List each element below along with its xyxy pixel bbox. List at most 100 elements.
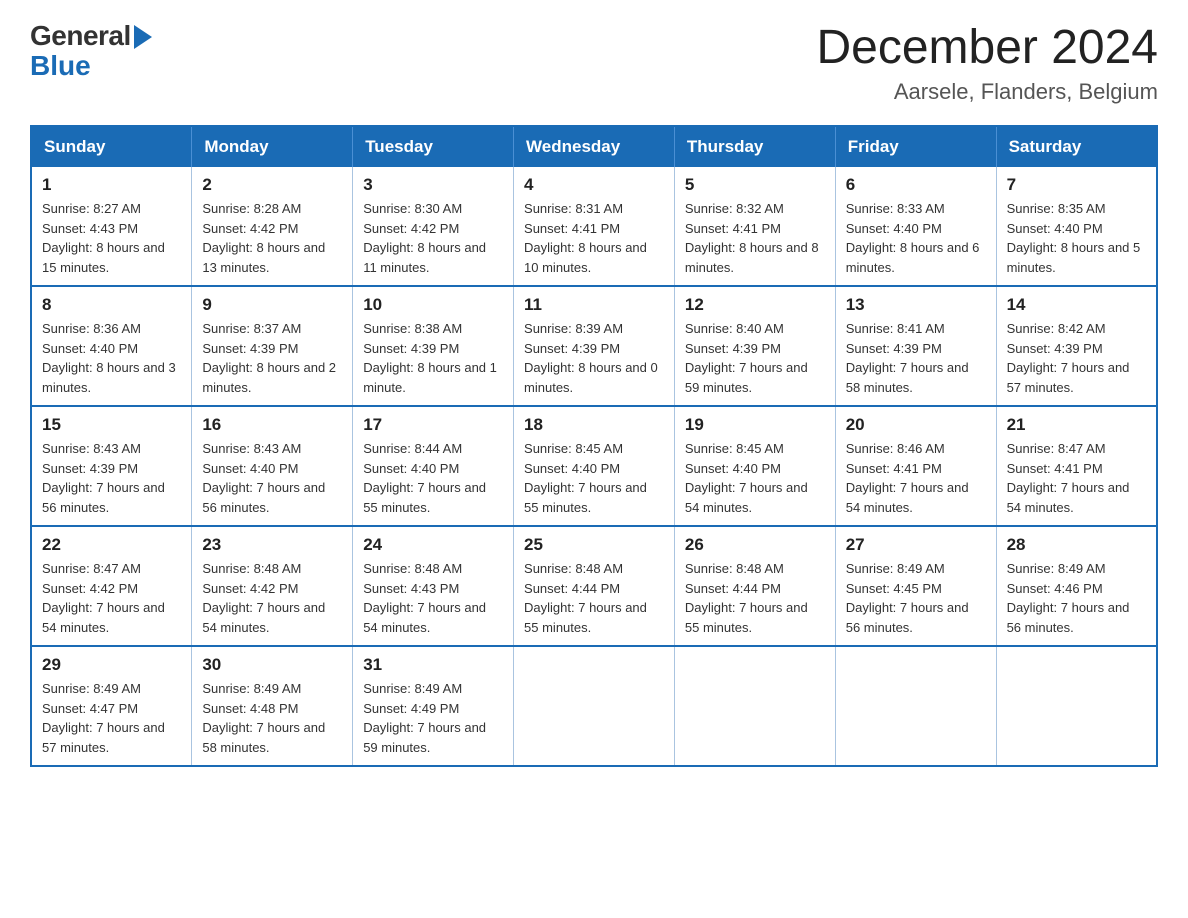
logo-general-text: General (30, 20, 131, 52)
weekday-header-monday: Monday (192, 126, 353, 167)
calendar-cell: 15Sunrise: 8:43 AMSunset: 4:39 PMDayligh… (31, 406, 192, 526)
calendar-cell: 20 Sunrise: 8:46 AMSunset: 4:41 PMDayligh… (835, 406, 996, 526)
day-info: Sunrise: 8:31 AMSunset: 4:41 PMDaylight:… (524, 199, 664, 277)
day-info: Sunrise: 8:49 AMSunset: 4:46 PMDaylight:… (1007, 559, 1146, 637)
day-info: Sunrise: 8:45 AMSunset: 4:40 PMDaylight:… (685, 439, 825, 517)
calendar-cell: 1 Sunrise: 8:27 AMSunset: 4:43 PMDaylight… (31, 167, 192, 286)
calendar-cell: 30 Sunrise: 8:49 AMSunset: 4:48 PMDayligh… (192, 646, 353, 766)
calendar-week-row: 8 Sunrise: 8:36 AMSunset: 4:40 PMDaylight… (31, 286, 1157, 406)
day-number: 16 (202, 415, 342, 435)
day-info: Sunrise: 8:44 AMSunset: 4:40 PMDaylight:… (363, 439, 503, 517)
day-number: 18 (524, 415, 664, 435)
day-number: 25 (524, 535, 664, 555)
day-info: Sunrise: 8:48 AMSunset: 4:44 PMDaylight:… (685, 559, 825, 637)
day-info: Sunrise: 8:36 AMSunset: 4:40 PMDaylight:… (42, 319, 181, 397)
day-info: Sunrise: 8:41 AMSunset: 4:39 PMDaylight:… (846, 319, 986, 397)
logo-chevron-icon (134, 25, 152, 49)
day-number: 7 (1007, 175, 1146, 195)
calendar-cell: 31Sunrise: 8:49 AMSunset: 4:49 PMDayligh… (353, 646, 514, 766)
day-number: 8 (42, 295, 181, 315)
weekday-header-row: SundayMondayTuesdayWednesdayThursdayFrid… (31, 126, 1157, 167)
calendar-cell: 27 Sunrise: 8:49 AMSunset: 4:45 PMDayligh… (835, 526, 996, 646)
day-number: 27 (846, 535, 986, 555)
calendar-week-row: 1 Sunrise: 8:27 AMSunset: 4:43 PMDaylight… (31, 167, 1157, 286)
calendar-week-row: 15Sunrise: 8:43 AMSunset: 4:39 PMDayligh… (31, 406, 1157, 526)
calendar-cell: 17 Sunrise: 8:44 AMSunset: 4:40 PMDayligh… (353, 406, 514, 526)
day-info: Sunrise: 8:37 AMSunset: 4:39 PMDaylight:… (202, 319, 342, 397)
day-info: Sunrise: 8:48 AMSunset: 4:43 PMDaylight:… (363, 559, 503, 637)
calendar-cell: 9 Sunrise: 8:37 AMSunset: 4:39 PMDaylight… (192, 286, 353, 406)
calendar-cell: 5Sunrise: 8:32 AMSunset: 4:41 PMDaylight… (674, 167, 835, 286)
day-info: Sunrise: 8:47 AMSunset: 4:42 PMDaylight:… (42, 559, 181, 637)
day-number: 13 (846, 295, 986, 315)
day-info: Sunrise: 8:48 AMSunset: 4:44 PMDaylight:… (524, 559, 664, 637)
calendar-cell: 16 Sunrise: 8:43 AMSunset: 4:40 PMDayligh… (192, 406, 353, 526)
day-number: 20 (846, 415, 986, 435)
day-info: Sunrise: 8:38 AMSunset: 4:39 PMDaylight:… (363, 319, 503, 397)
day-info: Sunrise: 8:43 AMSunset: 4:40 PMDaylight:… (202, 439, 342, 517)
calendar-cell (514, 646, 675, 766)
calendar-cell: 22 Sunrise: 8:47 AMSunset: 4:42 PMDayligh… (31, 526, 192, 646)
day-info: Sunrise: 8:49 AMSunset: 4:45 PMDaylight:… (846, 559, 986, 637)
day-info: Sunrise: 8:39 AMSunset: 4:39 PMDaylight:… (524, 319, 664, 397)
weekday-header-tuesday: Tuesday (353, 126, 514, 167)
day-info: Sunrise: 8:49 AMSunset: 4:49 PMDaylight:… (363, 679, 503, 757)
day-number: 19 (685, 415, 825, 435)
day-number: 1 (42, 175, 181, 195)
day-number: 10 (363, 295, 503, 315)
calendar-cell: 3 Sunrise: 8:30 AMSunset: 4:42 PMDaylight… (353, 167, 514, 286)
day-info: Sunrise: 8:46 AMSunset: 4:41 PMDaylight:… (846, 439, 986, 517)
logo-blue-text: Blue (30, 50, 91, 82)
calendar-cell: 24Sunrise: 8:48 AMSunset: 4:43 PMDayligh… (353, 526, 514, 646)
day-number: 29 (42, 655, 181, 675)
calendar-cell: 6Sunrise: 8:33 AMSunset: 4:40 PMDaylight… (835, 167, 996, 286)
day-number: 23 (202, 535, 342, 555)
day-info: Sunrise: 8:49 AMSunset: 4:48 PMDaylight:… (202, 679, 342, 757)
calendar-cell: 2 Sunrise: 8:28 AMSunset: 4:42 PMDaylight… (192, 167, 353, 286)
calendar-cell: 19 Sunrise: 8:45 AMSunset: 4:40 PMDayligh… (674, 406, 835, 526)
calendar-week-row: 22 Sunrise: 8:47 AMSunset: 4:42 PMDayligh… (31, 526, 1157, 646)
day-info: Sunrise: 8:28 AMSunset: 4:42 PMDaylight:… (202, 199, 342, 277)
calendar-cell: 11Sunrise: 8:39 AMSunset: 4:39 PMDayligh… (514, 286, 675, 406)
day-number: 4 (524, 175, 664, 195)
day-info: Sunrise: 8:35 AMSunset: 4:40 PMDaylight:… (1007, 199, 1146, 277)
calendar-cell: 12Sunrise: 8:40 AMSunset: 4:39 PMDayligh… (674, 286, 835, 406)
day-number: 21 (1007, 415, 1146, 435)
day-number: 30 (202, 655, 342, 675)
page-header: General Blue December 2024 Aarsele, Flan… (30, 20, 1158, 105)
day-info: Sunrise: 8:27 AMSunset: 4:43 PMDaylight:… (42, 199, 181, 277)
day-number: 2 (202, 175, 342, 195)
calendar-table: SundayMondayTuesdayWednesdayThursdayFrid… (30, 125, 1158, 767)
calendar-cell: 7 Sunrise: 8:35 AMSunset: 4:40 PMDaylight… (996, 167, 1157, 286)
calendar-cell: 14Sunrise: 8:42 AMSunset: 4:39 PMDayligh… (996, 286, 1157, 406)
day-number: 9 (202, 295, 342, 315)
day-number: 22 (42, 535, 181, 555)
weekday-header-saturday: Saturday (996, 126, 1157, 167)
day-info: Sunrise: 8:43 AMSunset: 4:39 PMDaylight:… (42, 439, 181, 517)
calendar-cell: 13 Sunrise: 8:41 AMSunset: 4:39 PMDayligh… (835, 286, 996, 406)
day-info: Sunrise: 8:30 AMSunset: 4:42 PMDaylight:… (363, 199, 503, 277)
day-number: 28 (1007, 535, 1146, 555)
day-number: 14 (1007, 295, 1146, 315)
day-info: Sunrise: 8:32 AMSunset: 4:41 PMDaylight:… (685, 199, 825, 277)
calendar-cell (996, 646, 1157, 766)
day-info: Sunrise: 8:47 AMSunset: 4:41 PMDaylight:… (1007, 439, 1146, 517)
calendar-cell: 8 Sunrise: 8:36 AMSunset: 4:40 PMDaylight… (31, 286, 192, 406)
calendar-cell: 29Sunrise: 8:49 AMSunset: 4:47 PMDayligh… (31, 646, 192, 766)
weekday-header-friday: Friday (835, 126, 996, 167)
calendar-cell: 21 Sunrise: 8:47 AMSunset: 4:41 PMDayligh… (996, 406, 1157, 526)
calendar-cell: 10 Sunrise: 8:38 AMSunset: 4:39 PMDayligh… (353, 286, 514, 406)
day-info: Sunrise: 8:33 AMSunset: 4:40 PMDaylight:… (846, 199, 986, 277)
calendar-title: December 2024 (816, 20, 1158, 75)
calendar-cell (835, 646, 996, 766)
day-number: 3 (363, 175, 503, 195)
weekday-header-sunday: Sunday (31, 126, 192, 167)
calendar-cell (674, 646, 835, 766)
day-number: 17 (363, 415, 503, 435)
day-info: Sunrise: 8:45 AMSunset: 4:40 PMDaylight:… (524, 439, 664, 517)
calendar-cell: 25 Sunrise: 8:48 AMSunset: 4:44 PMDayligh… (514, 526, 675, 646)
calendar-cell: 4 Sunrise: 8:31 AMSunset: 4:41 PMDaylight… (514, 167, 675, 286)
calendar-subtitle: Aarsele, Flanders, Belgium (816, 79, 1158, 105)
day-number: 12 (685, 295, 825, 315)
calendar-cell: 28 Sunrise: 8:49 AMSunset: 4:46 PMDayligh… (996, 526, 1157, 646)
